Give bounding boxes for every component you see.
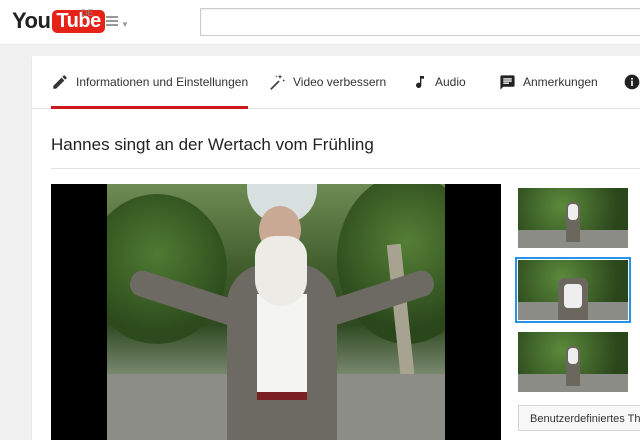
tab-audio[interactable]: Audio [412, 56, 466, 108]
magic-wand-icon [270, 74, 286, 90]
hamburger-icon [106, 16, 118, 28]
tab-info-settings[interactable]: Informationen und Einstellungen [51, 56, 249, 109]
tab-label: Anmerkungen [523, 75, 598, 89]
pencil-icon [53, 75, 67, 89]
thumbnail-option-2[interactable] [515, 257, 631, 323]
thumbnail-option-1[interactable] [518, 188, 628, 248]
logo-tube-text: Tube [52, 9, 105, 33]
tab-info[interactable] [624, 56, 640, 108]
video-editor-card: Informationen und Einstellungen Video ve… [32, 56, 640, 440]
speech-bubble-icon [500, 74, 515, 90]
region-label: DE [81, 8, 94, 18]
tab-label: Video verbessern [293, 75, 387, 89]
search-input[interactable] [200, 8, 640, 36]
logo-you-text: You [12, 8, 51, 33]
masthead: You Tube DE ▼ [0, 0, 640, 45]
music-note-icon [416, 76, 424, 89]
custom-thumbnail-button[interactable]: Benutzerdefiniertes Thum [518, 405, 640, 431]
editor-tabs: Informationen und Einstellungen Video ve… [32, 56, 640, 109]
tab-annotations[interactable]: Anmerkungen [499, 56, 598, 108]
video-frame [107, 184, 445, 440]
video-title: Hannes singt an der Wertach vom Frühling [51, 135, 374, 154]
thumbnail-option-3[interactable] [518, 332, 628, 392]
divider [51, 168, 640, 169]
tab-enhance[interactable]: Video verbessern [268, 56, 386, 108]
tab-label: Audio [435, 75, 466, 89]
tab-label: Informationen und Einstellungen [76, 75, 249, 89]
video-player[interactable] [51, 184, 501, 440]
guide-menu-button[interactable]: ▼ [106, 16, 129, 30]
caret-down-icon: ▼ [121, 20, 129, 29]
info-icon [624, 74, 640, 90]
